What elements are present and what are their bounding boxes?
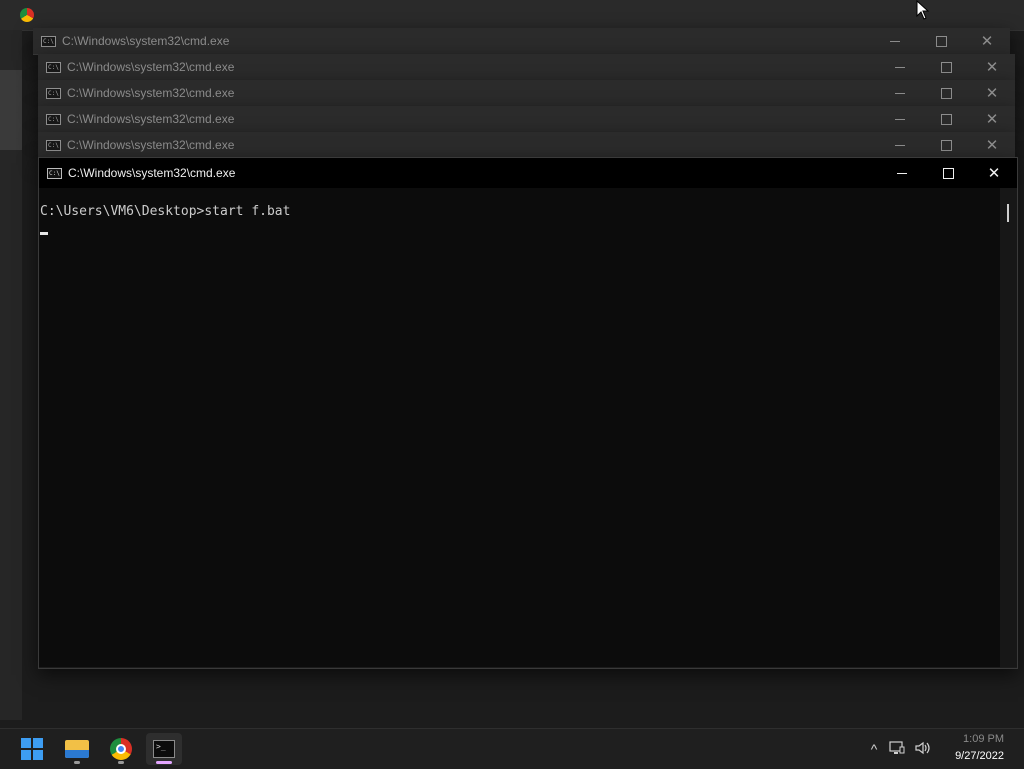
running-indicator	[118, 761, 124, 764]
window-titlebar[interactable]: C:\ C:\Windows\system32\cmd.exe ✕	[38, 54, 1015, 81]
minimize-button[interactable]	[877, 132, 923, 158]
cmd-icon: C:\	[46, 61, 61, 73]
maximize-button[interactable]	[923, 132, 969, 158]
background-window-edge	[0, 30, 22, 720]
cmd-icon: C:\	[46, 113, 61, 125]
maximize-icon	[935, 35, 947, 47]
close-icon: ✕	[985, 57, 999, 76]
minimize-icon	[895, 144, 905, 146]
window-titlebar[interactable]: C:\ C:\Windows\system32\cmd.exe ✕	[33, 28, 1010, 55]
terminal-icon: >_	[153, 740, 175, 758]
network-icon[interactable]	[884, 740, 910, 758]
close-button[interactable]: ✕	[969, 54, 1015, 80]
running-indicator	[74, 761, 80, 764]
minimize-icon	[897, 172, 907, 174]
close-button[interactable]: ✕	[969, 132, 1015, 158]
text-cursor	[40, 232, 48, 235]
cmd-window-2[interactable]: C:\ C:\Windows\system32\cmd.exe ✕	[38, 54, 1015, 81]
cmd-icon: C:\	[41, 35, 56, 47]
close-button[interactable]: ✕	[964, 28, 1010, 54]
start-button[interactable]	[14, 733, 50, 765]
clock[interactable]: 1:09 PM 9/27/2022	[955, 731, 1004, 765]
maximize-button[interactable]	[923, 54, 969, 80]
cmd-icon: C:\	[47, 167, 62, 179]
minimize-button[interactable]	[877, 54, 923, 80]
minimize-button[interactable]	[877, 80, 923, 106]
maximize-icon	[940, 113, 952, 125]
minimize-button[interactable]	[879, 158, 925, 188]
close-icon: ✕	[985, 109, 999, 128]
window-titlebar[interactable]: C:\ C:\Windows\system32\cmd.exe ✕	[38, 132, 1015, 159]
close-icon: ✕	[987, 163, 1001, 182]
cmd-icon: C:\	[46, 139, 61, 151]
cmd-window-active[interactable]: C:\ C:\Windows\system32\cmd.exe ✕ C:\Use…	[38, 157, 1018, 669]
chrome-icon	[20, 8, 34, 22]
chrome-icon	[110, 738, 132, 760]
close-button[interactable]: ✕	[971, 158, 1017, 188]
window-titlebar[interactable]: C:\ C:\Windows\system32\cmd.exe ✕	[39, 158, 1017, 188]
terminal-button[interactable]: >_	[146, 733, 182, 765]
mouse-pointer-icon	[916, 0, 930, 20]
close-button[interactable]: ✕	[969, 80, 1015, 106]
cmd-icon: C:\	[46, 87, 61, 99]
windows-logo-icon	[21, 738, 43, 760]
close-button[interactable]: ✕	[969, 106, 1015, 132]
maximize-icon	[940, 61, 952, 73]
system-tray: ^	[864, 729, 936, 769]
maximize-button[interactable]	[918, 28, 964, 54]
window-title: C:\Windows\system32\cmd.exe	[62, 34, 230, 48]
cmd-window-4[interactable]: C:\ C:\Windows\system32\cmd.exe ✕	[38, 106, 1015, 133]
console-output[interactable]: C:\Users\VM6\Desktop>start f.bat	[39, 188, 1017, 667]
close-icon: ✕	[985, 135, 999, 154]
scrollbar-thumb[interactable]	[1007, 204, 1009, 222]
minimize-icon	[895, 66, 905, 68]
minimize-icon	[890, 40, 900, 42]
volume-icon[interactable]	[910, 741, 936, 758]
clock-date: 9/27/2022	[955, 750, 1004, 762]
window-title: C:\Windows\system32\cmd.exe	[67, 112, 235, 126]
minimize-icon	[895, 118, 905, 120]
window-title: C:\Windows\system32\cmd.exe	[67, 60, 235, 74]
window-title: C:\Windows\system32\cmd.exe	[67, 138, 235, 152]
maximize-icon	[940, 139, 952, 151]
maximize-button[interactable]	[925, 158, 971, 188]
maximize-icon	[940, 87, 952, 99]
maximize-button[interactable]	[923, 106, 969, 132]
minimize-button[interactable]	[872, 28, 918, 54]
cmd-window-5[interactable]: C:\ C:\Windows\system32\cmd.exe ✕	[38, 132, 1015, 159]
window-titlebar[interactable]: C:\ C:\Windows\system32\cmd.exe ✕	[38, 80, 1015, 107]
vertical-scrollbar[interactable]	[1000, 188, 1017, 667]
window-titlebar[interactable]: C:\ C:\Windows\system32\cmd.exe ✕	[38, 106, 1015, 133]
minimize-button[interactable]	[877, 106, 923, 132]
clock-time: 1:09 PM	[963, 733, 1004, 745]
window-title: C:\Windows\system32\cmd.exe	[67, 86, 235, 100]
chrome-button[interactable]	[103, 733, 139, 765]
maximize-button[interactable]	[923, 80, 969, 106]
console-prompt-line: C:\Users\VM6\Desktop>start f.bat	[40, 204, 291, 219]
cmd-window-1[interactable]: C:\ C:\Windows\system32\cmd.exe ✕	[33, 28, 1010, 55]
maximize-icon	[942, 167, 954, 179]
close-icon: ✕	[980, 31, 994, 50]
cmd-window-3[interactable]: C:\ C:\Windows\system32\cmd.exe ✕	[38, 80, 1015, 107]
folder-icon	[65, 740, 89, 758]
background-window-titlebar	[0, 0, 1024, 31]
file-explorer-button[interactable]	[59, 733, 95, 765]
active-indicator	[156, 761, 172, 764]
minimize-icon	[895, 92, 905, 94]
window-title: C:\Windows\system32\cmd.exe	[68, 166, 236, 180]
close-icon: ✕	[985, 83, 999, 102]
show-hidden-icons-button[interactable]: ^	[864, 741, 884, 757]
taskbar: >_ ^ 1:09 PM 9/27/2022	[0, 728, 1024, 769]
